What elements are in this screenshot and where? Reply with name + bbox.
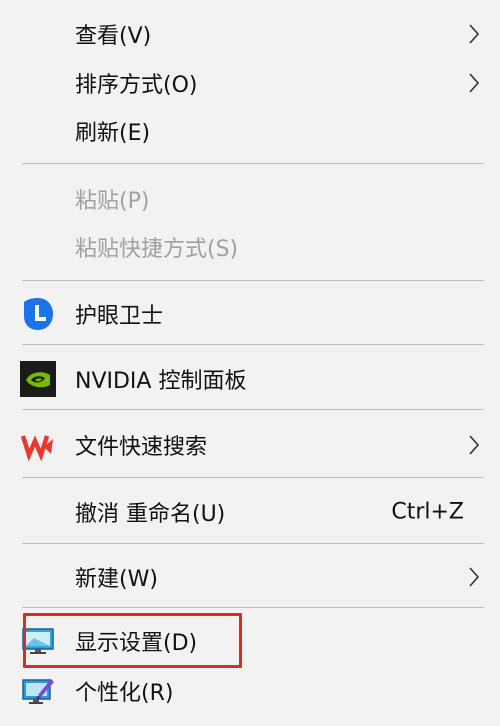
menu-item-eye-guard[interactable]: 护眼卫士: [0, 294, 500, 334]
wps-icon: [20, 435, 53, 462]
menu-separator: [22, 344, 484, 345]
menu-separator: [22, 543, 484, 544]
chevron-right-icon: [469, 567, 480, 587]
menu-item-label: 排序方式(O): [75, 73, 198, 98]
nvidia-icon: [20, 361, 56, 397]
keyboard-shortcut: Ctrl+Z: [391, 499, 464, 525]
menu-item-label: 文件快速搜索: [75, 435, 208, 460]
eye-guard-icon: [24, 298, 53, 330]
menu-item-label: 查看(V): [75, 24, 152, 49]
menu-item-label: 粘贴快捷方式(S): [75, 237, 239, 262]
menu-separator: [22, 477, 484, 478]
menu-item-undo-rename[interactable]: 撤消 重命名(U) Ctrl+Z: [0, 492, 500, 532]
menu-item-paste-shortcut: 粘贴快捷方式(S): [0, 227, 500, 267]
menu-item-label: 撤消 重命名(U): [75, 502, 226, 527]
menu-item-new[interactable]: 新建(W): [0, 557, 500, 597]
menu-item-sort-by[interactable]: 排序方式(O): [0, 63, 500, 103]
chevron-right-icon: [469, 435, 480, 455]
menu-item-label: 粘贴(P): [75, 189, 150, 214]
menu-item-nvidia-control-panel[interactable]: NVIDIA 控制面板: [0, 359, 500, 399]
personalize-icon: [22, 679, 54, 704]
highlight-box: [23, 613, 242, 668]
menu-item-refresh[interactable]: 刷新(E): [0, 111, 500, 151]
menu-separator: [22, 163, 484, 164]
menu-item-personalize[interactable]: 个性化(R): [0, 671, 500, 711]
menu-item-label: 护眼卫士: [75, 304, 164, 329]
menu-separator: [22, 280, 484, 281]
chevron-right-icon: [469, 73, 480, 93]
chevron-right-icon: [469, 24, 480, 44]
menu-item-quick-file-search[interactable]: 文件快速搜索: [0, 425, 500, 465]
menu-item-view[interactable]: 查看(V): [0, 14, 500, 54]
menu-item-label: 刷新(E): [75, 121, 151, 146]
context-menu: 查看(V) 排序方式(O) 刷新(E) 粘贴(P) 粘贴快捷方式(S) 护眼卫士: [0, 0, 500, 726]
menu-item-label: NVIDIA 控制面板: [75, 369, 247, 394]
menu-separator: [22, 607, 484, 608]
menu-separator: [22, 409, 484, 410]
menu-item-label: 个性化(R): [75, 681, 174, 706]
menu-item-paste: 粘贴(P): [0, 179, 500, 219]
menu-item-label: 新建(W): [75, 567, 158, 592]
